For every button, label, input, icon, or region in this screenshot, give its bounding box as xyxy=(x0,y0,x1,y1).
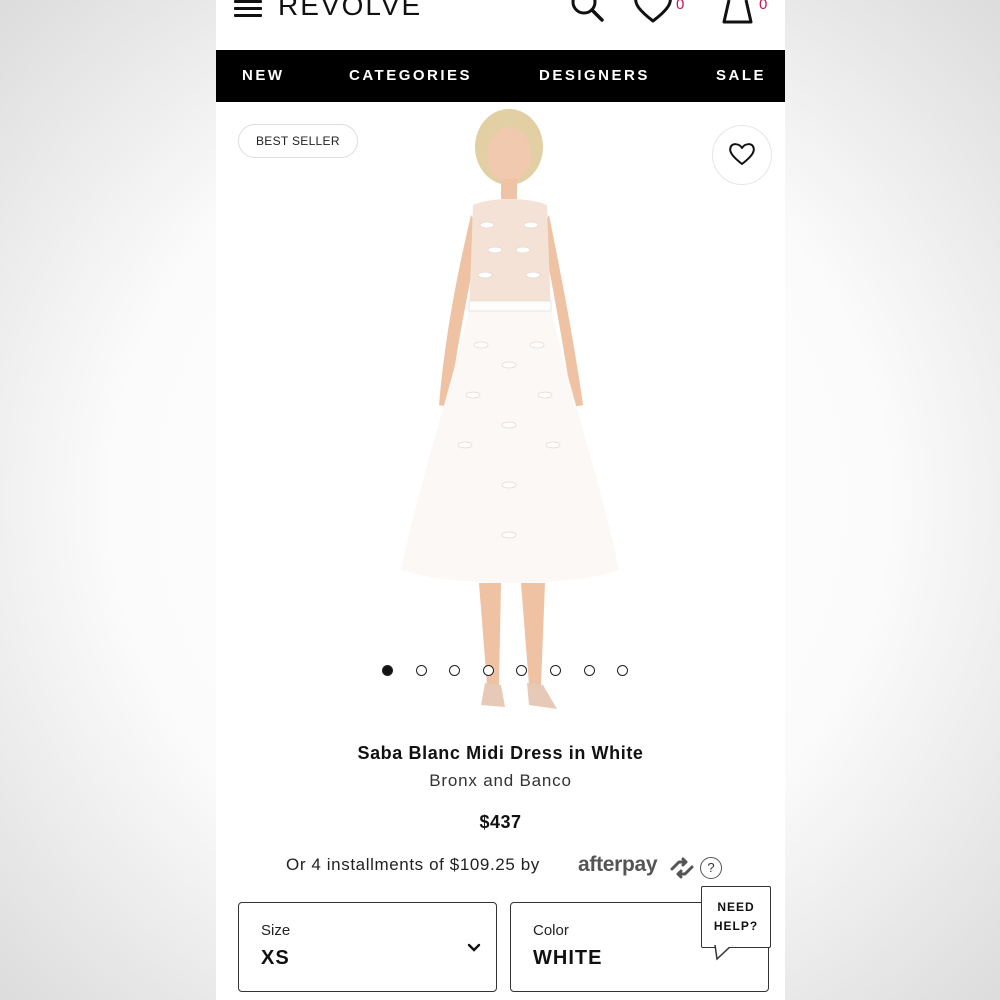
search-icon[interactable] xyxy=(568,0,608,26)
need-help-line2: HELP? xyxy=(713,919,759,933)
nav-item-new[interactable]: NEW xyxy=(242,67,285,84)
chevron-down-icon xyxy=(467,943,481,952)
nav-item-sale[interactable]: SALE xyxy=(716,67,766,84)
need-help-button[interactable]: NEED HELP? xyxy=(701,886,771,961)
heart-icon[interactable] xyxy=(634,0,674,26)
bag-icon[interactable] xyxy=(720,0,756,26)
main-nav: NEW CATEGORIES DESIGNERS SALE xyxy=(216,50,785,102)
carousel-dot[interactable] xyxy=(583,665,595,676)
size-select[interactable]: Size XS xyxy=(238,902,497,992)
question-icon[interactable]: ? xyxy=(700,857,722,879)
carousel-dot[interactable] xyxy=(382,665,393,676)
speech-tail-icon xyxy=(714,945,733,961)
product-brand[interactable]: Bronx and Banco xyxy=(216,771,785,791)
afterpay-logo: afterpay xyxy=(578,853,658,876)
nav-item-categories[interactable]: CATEGORIES xyxy=(349,67,472,84)
carousel-dot[interactable] xyxy=(449,665,461,676)
afterpay-arrows-icon xyxy=(670,857,694,879)
add-to-wishlist-button[interactable] xyxy=(712,125,772,185)
carousel-dot[interactable] xyxy=(516,665,528,676)
product-price: $437 xyxy=(479,812,522,832)
carousel-dot[interactable] xyxy=(550,665,561,676)
mobile-page: REVOLVE 0 0 NEW CATEGORIES DESIGNERS SAL… xyxy=(216,0,785,1000)
site-logo[interactable]: REVOLVE xyxy=(278,0,422,22)
best-seller-badge: BEST SELLER xyxy=(238,124,358,158)
menu-icon[interactable] xyxy=(234,0,264,18)
nav-item-designers[interactable]: DESIGNERS xyxy=(539,67,650,84)
product-title: Saba Blanc Midi Dress in White xyxy=(357,743,644,763)
size-value: XS xyxy=(261,947,290,969)
product-image[interactable] xyxy=(361,105,641,725)
installments-text: Or 4 installments of $109.25 by xyxy=(286,855,540,874)
image-carousel-dots xyxy=(382,665,642,679)
wishlist-count: 0 xyxy=(676,0,685,13)
need-help-line1: NEED xyxy=(717,900,755,914)
color-label: Color xyxy=(533,922,569,939)
carousel-dot[interactable] xyxy=(482,665,494,676)
heart-icon xyxy=(729,143,755,165)
top-bar: REVOLVE 0 0 xyxy=(216,0,785,50)
carousel-dot[interactable] xyxy=(617,665,629,676)
color-value: WHITE xyxy=(533,947,603,969)
bag-count: 0 xyxy=(759,0,768,13)
carousel-dot[interactable] xyxy=(415,665,427,676)
size-label: Size xyxy=(261,922,291,939)
